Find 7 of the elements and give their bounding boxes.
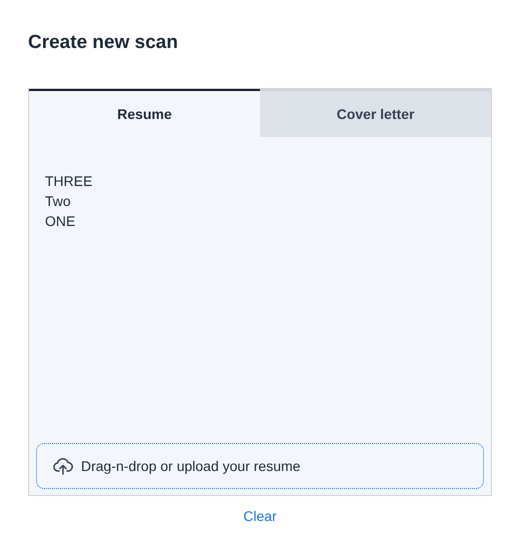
page-title: Create new scan [28, 31, 179, 55]
upload-dropzone[interactable]: Drag-n-drop or upload your resume [36, 443, 484, 489]
dropzone-label: Drag-n-drop or upload your resume [81, 456, 300, 476]
clear-link[interactable]: Clear [243, 506, 277, 527]
tab[interactable]: Cover letter [260, 89, 491, 137]
resume-editor-field[interactable]: Resume Cover letter THREE Two ONE Drag-n-drop or upload your resume [28, 88, 492, 496]
cloud-upload-icon [53, 457, 73, 475]
